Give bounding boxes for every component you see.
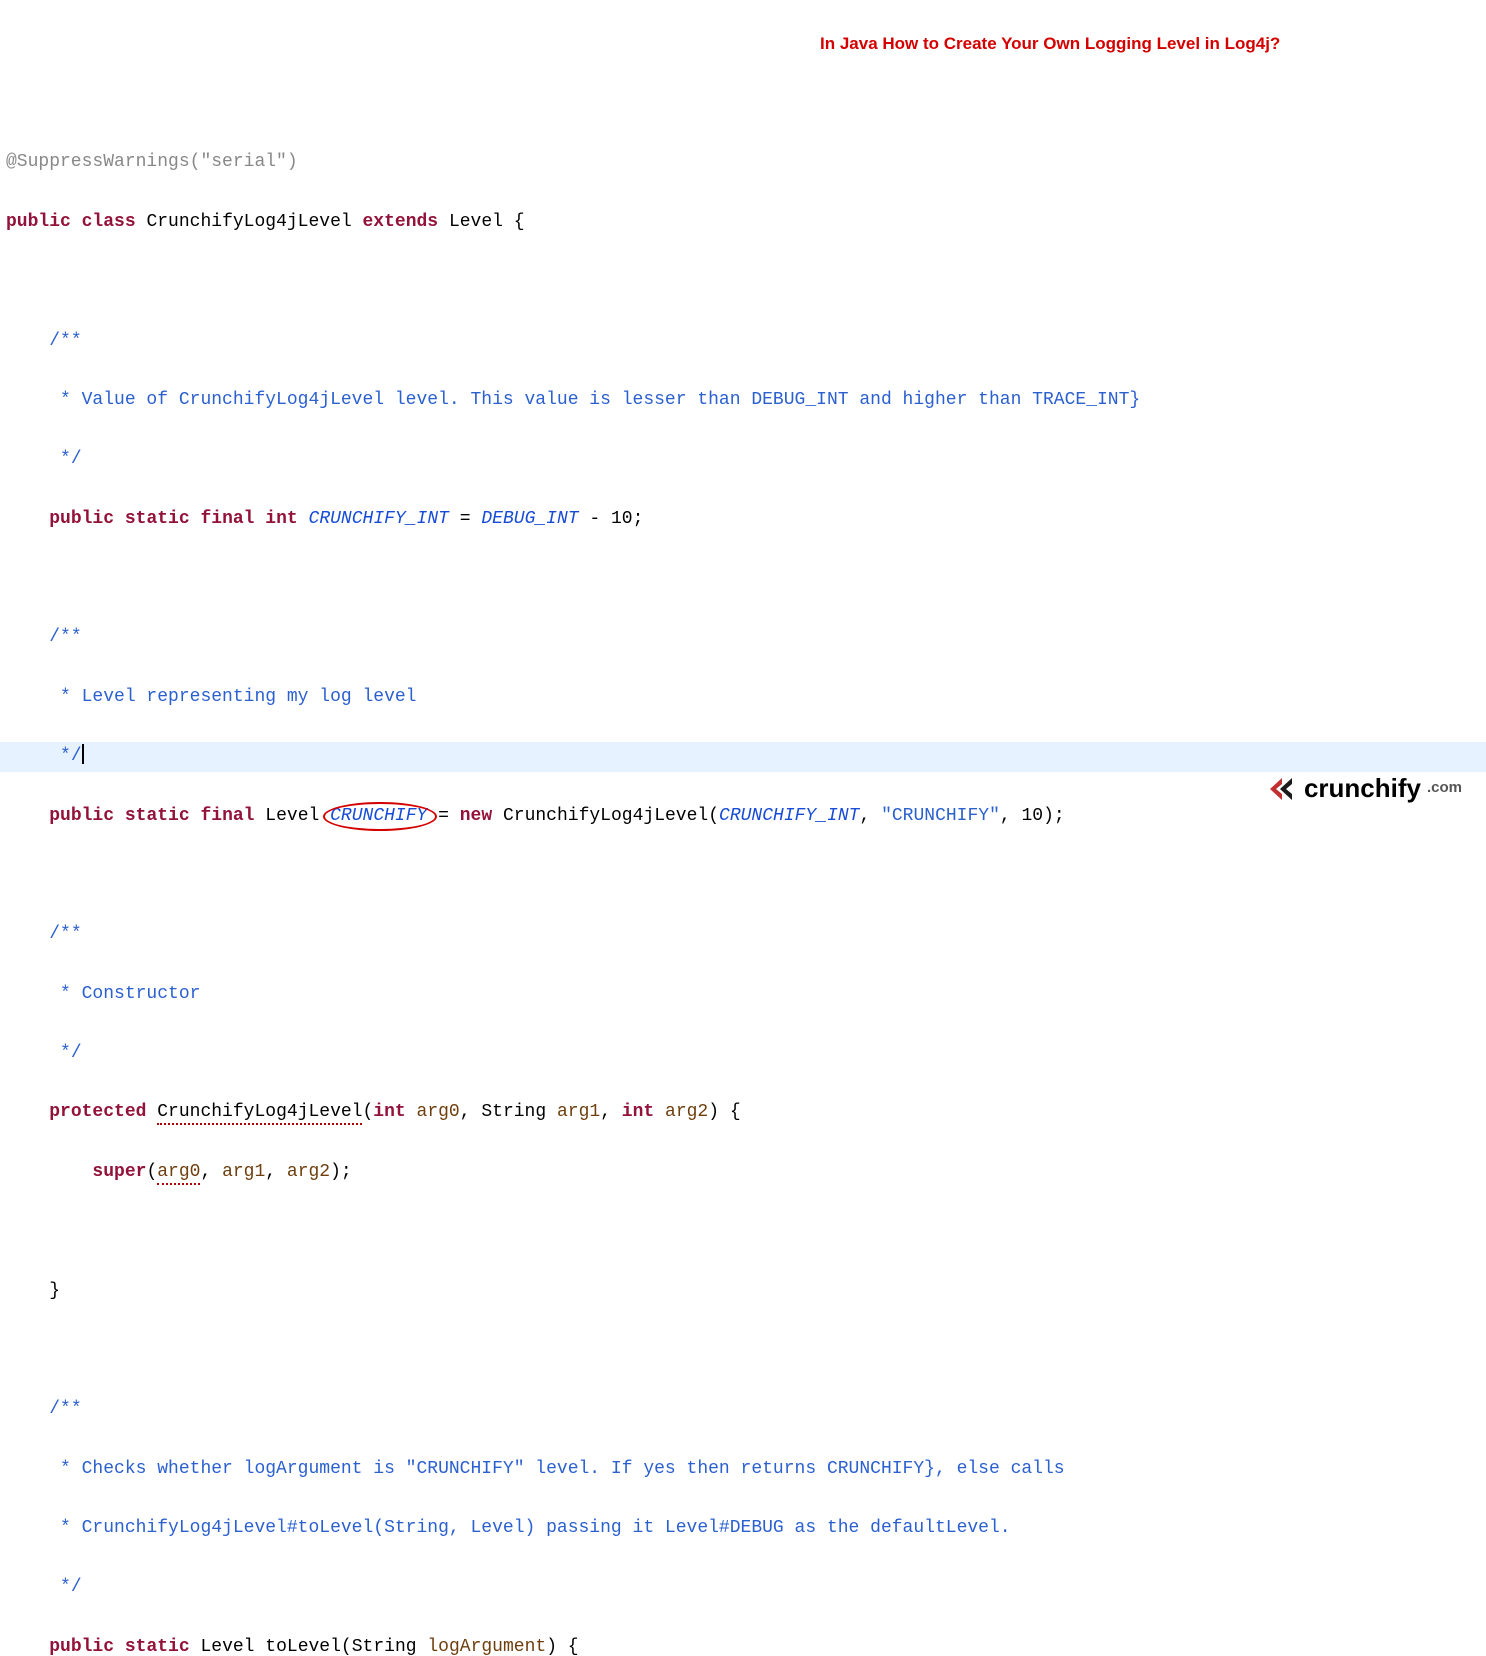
doc-line-current: */ [0, 742, 1486, 772]
doc-line: * Checks whether logArgument is "CRUNCHI… [0, 1455, 1486, 1485]
logo-text: crunchify [1304, 767, 1421, 810]
code-line: protected CrunchifyLog4jLevel(int arg0, … [0, 1098, 1486, 1128]
doc-line: * Value of CrunchifyLog4jLevel level. Th… [0, 386, 1486, 416]
code-line: public static final int CRUNCHIFY_INT = … [0, 505, 1486, 535]
annotation-headline: In Java How to Create Your Own Logging L… [820, 30, 1280, 58]
code-line: public class CrunchifyLog4jLevel extends… [0, 208, 1486, 238]
doc-line: */ [0, 1573, 1486, 1603]
code-line: } [0, 1277, 1486, 1307]
doc-line: */ [0, 445, 1486, 475]
blank-line [0, 1217, 1486, 1247]
text-cursor [82, 744, 84, 764]
blank-line [0, 267, 1486, 297]
doc-line: /** [0, 920, 1486, 950]
doc-line: * Level representing my log level [0, 683, 1486, 713]
blank-line [0, 1336, 1486, 1366]
logo-tld: .com [1427, 776, 1462, 801]
doc-line: /** [0, 623, 1486, 653]
code-line: public static Level toLevel(String logAr… [0, 1633, 1486, 1656]
doc-line: * CrunchifyLog4jLevel#toLevel(String, Le… [0, 1514, 1486, 1544]
blank-line [0, 564, 1486, 594]
code-line: public static final Level CRUNCHIFY = ne… [0, 802, 1486, 832]
doc-line: * Constructor [0, 980, 1486, 1010]
blank-line [0, 861, 1486, 891]
doc-line: /** [0, 327, 1486, 357]
crunchify-logo: crunchify.com [1268, 767, 1462, 810]
code-line: super(arg0, arg1, arg2); [0, 1158, 1486, 1188]
code-editor[interactable]: @SuppressWarnings("serial") public class… [0, 119, 1486, 1656]
doc-line: */ [0, 1039, 1486, 1069]
doc-line: /** [0, 1395, 1486, 1425]
code-line: @SuppressWarnings("serial") [0, 148, 1486, 178]
crunchify-logo-icon [1268, 776, 1298, 802]
